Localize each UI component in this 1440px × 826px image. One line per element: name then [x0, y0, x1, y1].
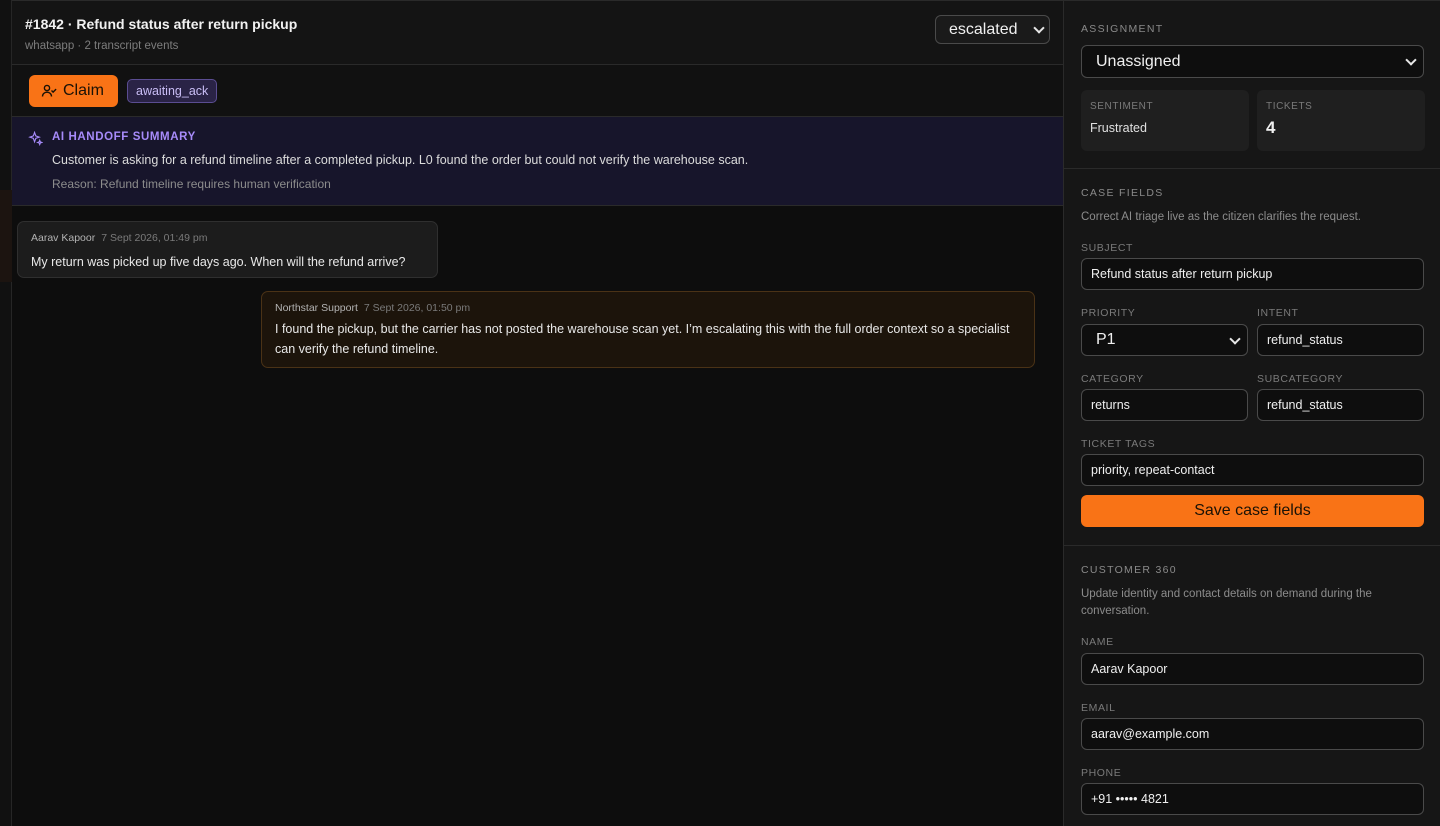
- action-bar: Claim awaiting_ack: [12, 65, 1063, 117]
- intent-input[interactable]: refund_status: [1257, 324, 1424, 356]
- customer-360-help-line: Update identity and contact details on d…: [1081, 588, 1372, 600]
- claim-label: Claim: [63, 82, 104, 99]
- conversation-pane: #1842 · Refund status after return picku…: [12, 0, 1063, 826]
- divider: [1064, 168, 1440, 169]
- user-check-icon: [41, 84, 57, 97]
- priority-value: P1: [1096, 331, 1116, 348]
- ticket-subtitle: whatsapp · 2 transcript events: [25, 40, 179, 52]
- summary-title: AI HANDOFF SUMMARY: [52, 131, 196, 143]
- subject-input[interactable]: Refund status after return pickup: [1081, 258, 1424, 290]
- sentiment-label: SENTIMENT: [1090, 101, 1154, 112]
- tickets-label: TICKETS: [1266, 101, 1313, 112]
- phone-input[interactable]: +91 ••••• 4821: [1081, 783, 1424, 815]
- subcategory-input[interactable]: refund_status: [1257, 389, 1424, 421]
- ai-handoff-summary: AI HANDOFF SUMMARY Customer is asking fo…: [12, 117, 1063, 206]
- message-time: 7 Sept 2026, 01:49 pm: [101, 232, 208, 244]
- name-value: Aarav Kapoor: [1091, 662, 1168, 676]
- summary-reason: Reason: Refund timeline requires human v…: [52, 177, 331, 191]
- status-value: escalated: [949, 21, 1018, 38]
- ticket-tags-input[interactable]: priority, repeat-contact: [1081, 454, 1424, 486]
- ticket-tags-label: TICKET TAGS: [1081, 438, 1156, 450]
- agent-message: Northstar Support 7 Sept 2026, 01:50 pm I…: [261, 291, 1035, 368]
- email-input[interactable]: aarav@example.com: [1081, 718, 1424, 750]
- chevron-down-icon: [1033, 22, 1045, 34]
- message-meta: Northstar Support 7 Sept 2026, 01:50 pm: [275, 302, 470, 314]
- customer-360-help-line: conversation.: [1081, 605, 1150, 617]
- left-edge-panel: [0, 0, 12, 826]
- chevron-down-icon: [1405, 54, 1417, 66]
- message-text: I found the pickup, but the carrier has …: [275, 322, 1010, 356]
- assignment-label: ASSIGNMENT: [1081, 23, 1164, 35]
- details-sidebar: ASSIGNMENT Unassigned SENTIMENT Frustrat…: [1063, 0, 1440, 826]
- subcategory-label: SUBCATEGORY: [1257, 373, 1344, 385]
- email-label: EMAIL: [1081, 702, 1116, 714]
- claim-button[interactable]: Claim: [29, 75, 118, 107]
- ticket-title: #1842 · Refund status after return picku…: [25, 16, 298, 32]
- sentiment-card: SENTIMENT Frustrated: [1081, 90, 1249, 151]
- tickets-card: TICKETS 4: [1257, 90, 1425, 151]
- phone-value: +91 ••••• 4821: [1091, 792, 1169, 806]
- customer-message: Aarav Kapoor 7 Sept 2026, 01:49 pm My ret…: [17, 221, 438, 278]
- assignment-value: Unassigned: [1096, 53, 1181, 70]
- status-badge: awaiting_ack: [127, 79, 218, 103]
- tickets-count: 4: [1266, 118, 1276, 137]
- message-author: Northstar Support: [275, 302, 358, 314]
- case-fields-label: CASE FIELDS: [1081, 187, 1164, 199]
- subject-value: Refund status after return pickup: [1091, 267, 1273, 281]
- email-value: aarav@example.com: [1091, 727, 1210, 741]
- intent-label: INTENT: [1257, 307, 1299, 319]
- message-author: Aarav Kapoor: [31, 232, 96, 244]
- name-label: NAME: [1081, 636, 1114, 648]
- chevron-down-icon: [1229, 333, 1241, 345]
- priority-label: PRIORITY: [1081, 307, 1136, 319]
- customer-360-label: CUSTOMER 360: [1081, 564, 1177, 576]
- phone-label: PHONE: [1081, 767, 1122, 779]
- message-time: 7 Sept 2026, 01:50 pm: [363, 302, 471, 314]
- sparkle-icon: [28, 131, 43, 146]
- sentiment-value: Frustrated: [1090, 121, 1147, 135]
- name-input[interactable]: Aarav Kapoor: [1081, 653, 1424, 685]
- subcategory-value: refund_status: [1267, 398, 1343, 412]
- message-text: My return was picked up five days ago. W…: [31, 255, 406, 269]
- case-fields-help: Correct AI triage live as the citizen cl…: [1081, 211, 1361, 223]
- ticket-tags-value: priority, repeat-contact: [1091, 463, 1215, 477]
- priority-select[interactable]: P1: [1081, 324, 1248, 356]
- assignment-select[interactable]: Unassigned: [1081, 45, 1424, 78]
- message-meta: Aarav Kapoor 7 Sept 2026, 01:49 pm: [31, 232, 207, 244]
- summary-text: Customer is asking for a refund timeline…: [52, 153, 749, 167]
- save-case-fields-button[interactable]: Save case fields: [1081, 495, 1424, 527]
- category-value: returns: [1091, 398, 1130, 412]
- category-label: CATEGORY: [1081, 373, 1144, 385]
- conversation-header: #1842 · Refund status after return picku…: [12, 1, 1063, 65]
- left-edge-highlight: [0, 190, 12, 282]
- customer-360-help: Update identity and contact details on d…: [1081, 586, 1372, 620]
- subject-label: SUBJECT: [1081, 242, 1134, 254]
- intent-value: refund_status: [1267, 333, 1343, 347]
- status-select[interactable]: escalated: [935, 15, 1050, 44]
- category-input[interactable]: returns: [1081, 389, 1248, 421]
- divider: [1064, 545, 1440, 546]
